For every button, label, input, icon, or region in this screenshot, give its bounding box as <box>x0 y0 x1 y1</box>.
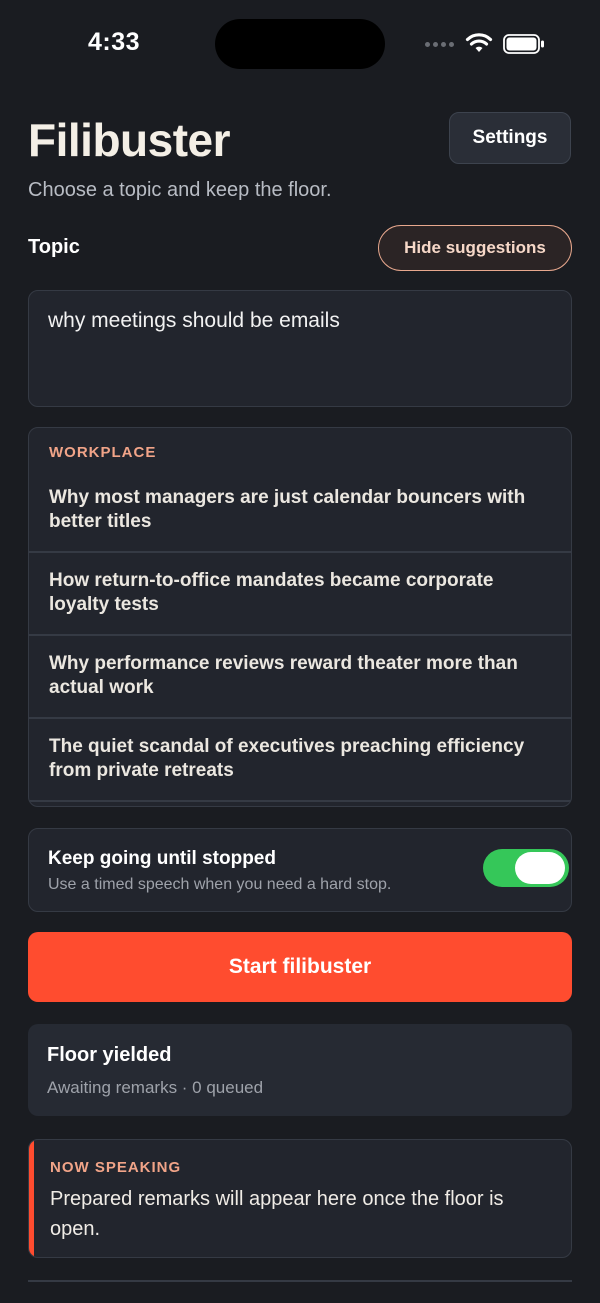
battery-icon <box>503 34 544 54</box>
keep-going-subtitle: Use a timed speech when you need a hard … <box>48 876 392 893</box>
now-speaking-text: Prepared remarks will appear here once t… <box>50 1188 504 1240</box>
divider <box>29 800 571 802</box>
suggestions-panel: WORKPLACE Why most managers are just cal… <box>28 427 572 807</box>
status-time: 4:33 <box>88 28 141 56</box>
keep-going-card: Keep going until stopped Use a timed spe… <box>28 828 572 912</box>
suggestion-item[interactable]: Why most managers are just calendar boun… <box>29 486 571 534</box>
divider <box>29 551 571 553</box>
now-speaking-card: NOW SPEAKING Prepared remarks will appea… <box>28 1139 572 1258</box>
keep-going-toggle[interactable] <box>483 849 569 887</box>
status-bar: 4:33 <box>0 0 600 90</box>
keep-going-title: Keep going until stopped <box>48 848 276 869</box>
topic-input[interactable]: why meetings should be emails <box>28 290 572 407</box>
suggestion-item[interactable]: How return-to-office mandates became cor… <box>29 569 571 617</box>
floor-status-card: Floor yielded Awaiting remarks · 0 queue… <box>28 1024 572 1116</box>
suggestion-item[interactable]: The quiet scandal of executives preachin… <box>29 735 571 783</box>
page-subtitle: Choose a topic and keep the floor. <box>28 179 332 201</box>
suggestion-category-label: WORKPLACE <box>49 444 157 461</box>
suggestion-item[interactable]: Why performance reviews reward theater m… <box>29 652 571 700</box>
floor-status-text: Awaiting remarks · 0 queued <box>47 1078 264 1097</box>
settings-button[interactable]: Settings <box>449 112 571 164</box>
topic-label: Topic <box>28 236 80 258</box>
now-speaking-label: NOW SPEAKING <box>50 1159 182 1176</box>
accent-bar <box>29 1140 34 1257</box>
floor-status-title: Floor yielded <box>47 1044 172 1066</box>
start-filibuster-button[interactable]: Start filibuster <box>28 932 572 1002</box>
divider <box>29 717 571 719</box>
cellular-signal-icon <box>425 42 454 47</box>
page-title: Filibuster <box>28 114 231 166</box>
hide-suggestions-button[interactable]: Hide suggestions <box>378 225 572 271</box>
divider <box>29 634 571 636</box>
toggle-knob <box>515 852 565 884</box>
divider <box>28 1280 572 1282</box>
dynamic-island <box>215 19 385 69</box>
wifi-icon <box>465 33 493 52</box>
